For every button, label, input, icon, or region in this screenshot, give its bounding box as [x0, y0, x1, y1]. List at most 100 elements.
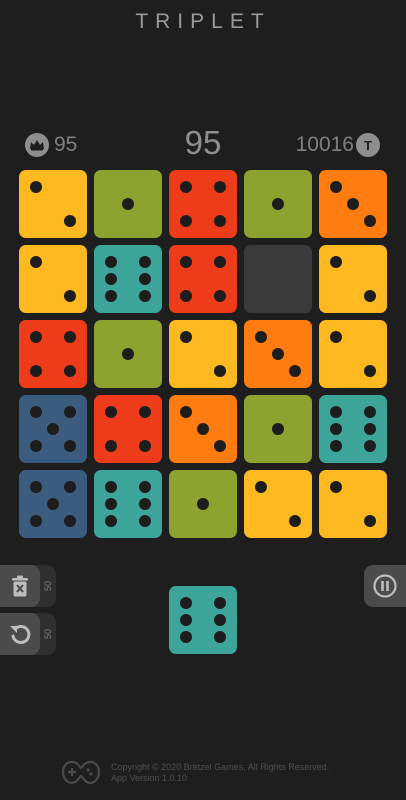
undo-icon [0, 613, 40, 655]
pip [214, 181, 226, 193]
app-version: App Version 1.0.10 [111, 773, 188, 783]
pip [139, 256, 151, 268]
pip [180, 331, 192, 343]
gamepad-logo-icon [62, 760, 100, 785]
pip [30, 181, 42, 193]
pip [30, 440, 42, 452]
pip [122, 348, 134, 360]
pause-button[interactable] [364, 565, 406, 607]
pip [214, 597, 226, 609]
pip [30, 365, 42, 377]
pip [30, 515, 42, 527]
pip [139, 498, 151, 510]
board-die-red-4 [19, 320, 87, 388]
pip [330, 440, 342, 452]
board-die-yellow-2 [19, 245, 87, 313]
pip [105, 256, 117, 268]
pip [289, 365, 301, 377]
pip [330, 331, 342, 343]
pip [122, 198, 134, 210]
board-die-orange-3 [244, 320, 312, 388]
pause-icon [373, 574, 397, 598]
copyright-text: Copyright © 2020 Bretzel Games, All Righ… [111, 762, 330, 772]
pip [105, 290, 117, 302]
pip [139, 290, 151, 302]
board-die-blue-5 [19, 470, 87, 538]
pip [180, 597, 192, 609]
pip [180, 406, 192, 418]
board-die-olive-1 [244, 395, 312, 463]
pip [105, 498, 117, 510]
pip [289, 515, 301, 527]
pip [255, 331, 267, 343]
board-die-red-4 [94, 395, 162, 463]
pip [330, 406, 342, 418]
pip [64, 290, 76, 302]
pip [180, 631, 192, 643]
pip [180, 614, 192, 626]
board-die-yellow-2 [169, 320, 237, 388]
next-die[interactable] [169, 586, 237, 654]
pip [47, 423, 59, 435]
pip [347, 198, 359, 210]
pip [30, 256, 42, 268]
game-board [19, 170, 389, 540]
pip [364, 515, 376, 527]
footer-text: Copyright © 2020 Bretzel Games, All Righ… [111, 762, 329, 784]
game-title: TRIPLET [135, 10, 271, 33]
pip [64, 365, 76, 377]
board-die-teal-6 [94, 245, 162, 313]
board-die-yellow-2 [319, 470, 387, 538]
coin-count: 10016 [295, 133, 354, 156]
pip [214, 215, 226, 227]
pip [364, 290, 376, 302]
pip [64, 440, 76, 452]
pip [105, 440, 117, 452]
pip [364, 423, 376, 435]
pip [139, 406, 151, 418]
pip [197, 423, 209, 435]
pip [64, 331, 76, 343]
pip [214, 631, 226, 643]
pip [255, 481, 267, 493]
board-die-yellow-2 [319, 245, 387, 313]
pip [180, 290, 192, 302]
undo-cost: 50 [42, 628, 53, 640]
undo-button[interactable]: 50 [0, 613, 56, 655]
pip [30, 331, 42, 343]
pip [214, 256, 226, 268]
board-die-olive-1 [94, 170, 162, 238]
pip [272, 198, 284, 210]
pip [364, 215, 376, 227]
pip [139, 273, 151, 285]
pip [139, 481, 151, 493]
pip [105, 273, 117, 285]
pip [105, 406, 117, 418]
pip [64, 515, 76, 527]
trash-button[interactable]: 50 [0, 565, 56, 607]
pip [364, 406, 376, 418]
pip [214, 440, 226, 452]
pip [105, 481, 117, 493]
trash-icon [0, 565, 40, 607]
board-die-blue-5 [19, 395, 87, 463]
pip [330, 181, 342, 193]
token-icon: T [356, 133, 380, 157]
pip [330, 256, 342, 268]
pip [139, 515, 151, 527]
pip [180, 256, 192, 268]
pip [139, 440, 151, 452]
pip [64, 406, 76, 418]
board-die-yellow-2 [19, 170, 87, 238]
board-cell-empty[interactable] [244, 245, 312, 313]
pip [272, 348, 284, 360]
pip [64, 215, 76, 227]
board-die-orange-3 [319, 170, 387, 238]
pip [64, 481, 76, 493]
trash-cost: 50 [42, 580, 53, 592]
pip [47, 498, 59, 510]
board-die-teal-6 [319, 395, 387, 463]
pip [30, 481, 42, 493]
board-die-red-4 [169, 170, 237, 238]
pip [180, 181, 192, 193]
